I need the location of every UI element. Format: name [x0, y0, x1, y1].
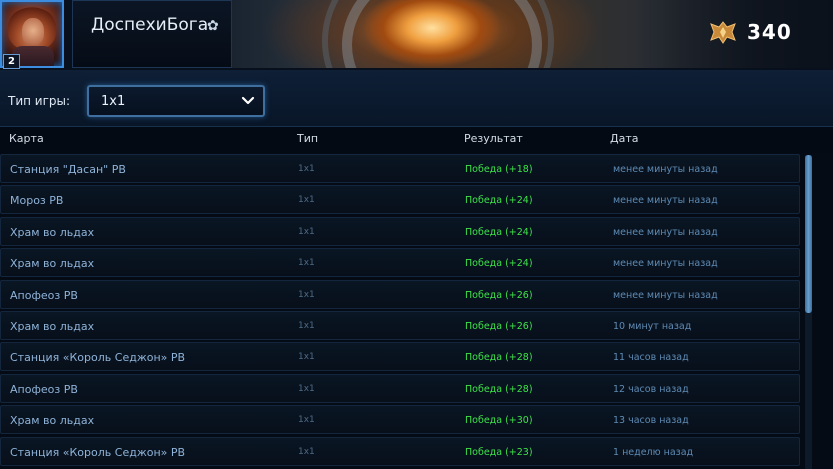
match-result: Победа (+23) — [465, 446, 533, 458]
column-header-date[interactable]: Дата — [610, 132, 638, 145]
match-result: Победа (+30) — [465, 415, 533, 427]
game-type-value: 1x1 — [101, 94, 126, 109]
game-type: 1x1 — [298, 446, 315, 457]
match-result: Победа (+26) — [465, 320, 533, 332]
match-date: 12 часов назад — [613, 383, 689, 395]
match-date: 13 часов назад — [613, 415, 689, 427]
table-row[interactable]: Храм во льдах 1x1 Победа (+30) 13 часов … — [0, 405, 800, 435]
player-name[interactable]: ДоспехиБога — [91, 15, 208, 35]
map-name: Апофеоз РВ — [10, 382, 78, 396]
table-header: Карта Тип Результат Дата — [0, 126, 833, 153]
match-result: Победа (+24) — [465, 258, 533, 270]
game-type: 1x1 — [298, 164, 315, 174]
rating-value: 340 — [747, 20, 792, 44]
table-row[interactable]: Храм во льдах 1x1 Победа (+24) менее мин… — [0, 248, 800, 278]
match-date: менее минуты назад — [613, 289, 718, 301]
match-date: менее минуты назад — [613, 226, 718, 238]
avatar-face — [22, 18, 44, 46]
match-result: Победа (+18) — [465, 164, 533, 175]
level-badge: 2 — [3, 54, 20, 69]
map-name: Храм во льдах — [10, 225, 95, 239]
column-header-type[interactable]: Тип — [297, 132, 318, 145]
table-row[interactable]: Станция «Король Седжон» РВ 1x1 Победа (+… — [0, 342, 800, 372]
match-date: менее минуты назад — [613, 164, 718, 175]
game-type: 1x1 — [298, 352, 315, 363]
match-result: Победа (+28) — [465, 352, 533, 364]
game-type: 1x1 — [298, 289, 315, 300]
rank-wings-icon — [710, 21, 736, 44]
scrollbar-thumb[interactable] — [805, 155, 812, 313]
match-result: Победа (+28) — [465, 383, 533, 395]
scrollbar[interactable] — [805, 155, 812, 469]
game-type: 1x1 — [298, 383, 315, 394]
table-row[interactable]: Храм во льдах 1x1 Победа (+24) менее мин… — [0, 216, 800, 246]
table-row[interactable]: Апофеоз РВ 1x1 Победа (+26) менее минуты… — [0, 279, 800, 309]
game-type: 1x1 — [298, 195, 315, 206]
match-date: менее минуты назад — [613, 195, 718, 207]
match-result: Победа (+26) — [465, 289, 533, 301]
map-name: Мороз РВ — [10, 194, 64, 208]
profile-banner — [232, 0, 833, 68]
match-date: 11 часов назад — [613, 352, 689, 364]
map-name: Станция «Король Седжон» РВ — [10, 351, 186, 365]
match-date: 10 минут назад — [613, 320, 692, 332]
game-type-select[interactable]: 1x1 — [87, 85, 265, 117]
game-type: 1x1 — [298, 415, 315, 426]
table-row[interactable]: Мороз РВ 1x1 Победа (+24) менее минуты н… — [0, 185, 800, 215]
map-name: Станция «Король Седжон» РВ — [10, 445, 186, 459]
avatar[interactable]: 2 — [0, 0, 64, 69]
game-type-label: Тип игры: — [8, 94, 71, 108]
match-date: менее минуты назад — [613, 258, 718, 270]
map-name: Храм во льдах — [10, 319, 95, 333]
gear-icon[interactable]: ✿ — [207, 19, 219, 33]
match-date: 1 неделю назад — [613, 446, 694, 458]
profile-header: 2 ДоспехиБога ✿ 340 — [0, 0, 833, 71]
banner-decoration — [342, 0, 542, 68]
player-name-panel: ДоспехиБога ✿ — [72, 0, 232, 68]
map-name: Храм во льдах — [10, 414, 95, 428]
match-history-list: Станция "Дасан" РВ 1x1 Победа (+18) мене… — [0, 154, 800, 468]
column-header-result[interactable]: Результат — [464, 132, 523, 145]
chevron-down-icon — [241, 96, 255, 105]
game-type: 1x1 — [298, 258, 315, 269]
match-result: Победа (+24) — [465, 195, 533, 207]
game-type: 1x1 — [298, 226, 315, 237]
table-row[interactable]: Апофеоз РВ 1x1 Победа (+28) 12 часов наз… — [0, 373, 800, 403]
column-header-map[interactable]: Карта — [9, 132, 44, 145]
map-name: Станция "Дасан" РВ — [10, 163, 126, 176]
game-type: 1x1 — [298, 320, 315, 331]
table-row[interactable]: Храм во льдах 1x1 Победа (+26) 10 минут … — [0, 310, 800, 340]
table-row[interactable]: Станция «Король Седжон» РВ 1x1 Победа (+… — [0, 436, 800, 466]
table-row[interactable]: Станция "Дасан" РВ 1x1 Победа (+18) мене… — [0, 154, 800, 183]
map-name: Храм во льдах — [10, 257, 95, 271]
match-result: Победа (+24) — [465, 226, 533, 238]
map-name: Апофеоз РВ — [10, 288, 78, 302]
